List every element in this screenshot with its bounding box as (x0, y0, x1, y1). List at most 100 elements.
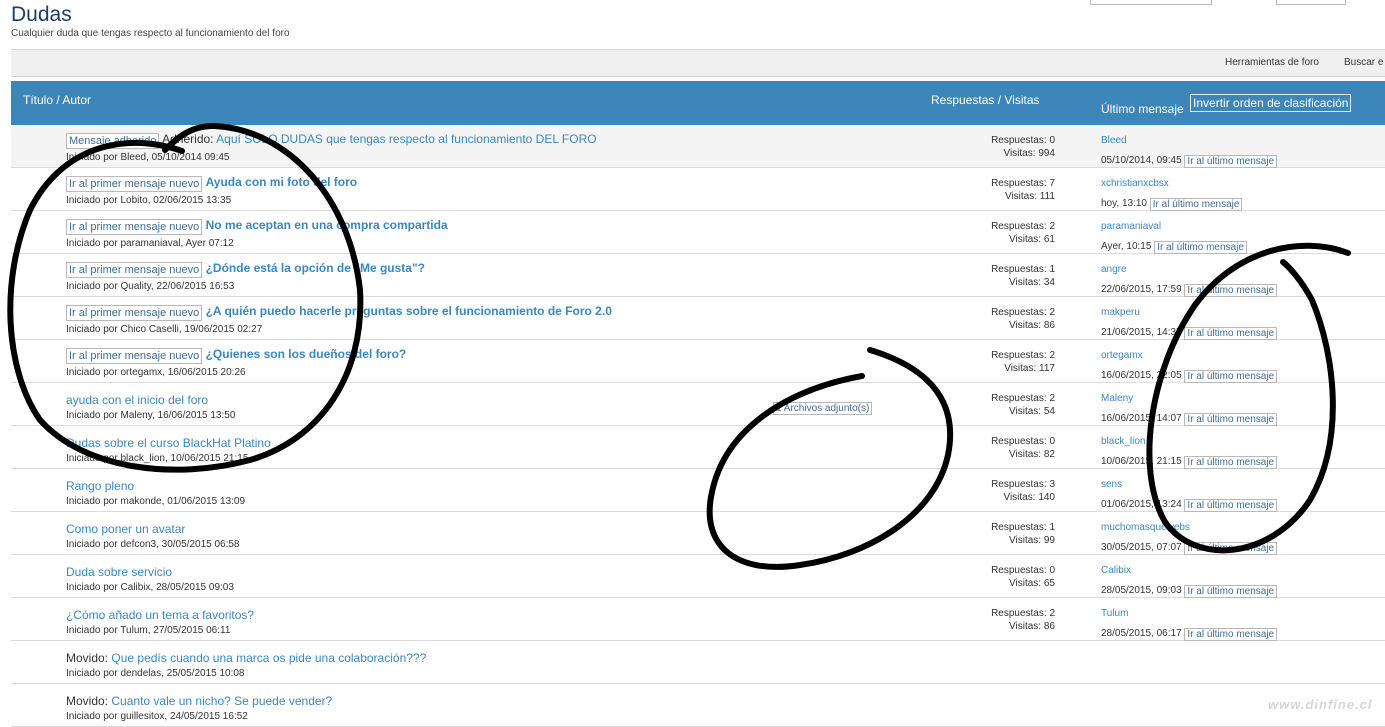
thread-title-link[interactable]: Dudas sobre el curso BlackHat Platino (66, 436, 271, 450)
last-post-author-link[interactable]: muchomasquewebs (1101, 522, 1190, 533)
views-count: 86 (1043, 320, 1055, 331)
thread-title-link[interactable]: Duda sobre servicio (66, 565, 172, 579)
last-post-author-link[interactable]: Bleed (1101, 135, 1127, 146)
thread-started-date: , 02/06/2015 13:35 (147, 195, 232, 206)
thread-author-link[interactable]: Bleed (120, 152, 146, 163)
thread-title-link[interactable]: ¿Cómo añado un tema a favoritos? (66, 608, 254, 622)
thread-title-line: Mensaje adherido Adherido: Aquí SOLO DUD… (66, 132, 597, 149)
thread-author-link[interactable]: makonde (120, 496, 161, 507)
thread-replies: Respuestas: 3 (991, 479, 1055, 490)
go-to-last-post-icon[interactable]: Ir al último mensaje (1184, 413, 1278, 426)
last-post-date: 01/06/2015, 13:24 (1101, 499, 1182, 510)
sort-order-icon[interactable]: Invertir orden de clasificación (1190, 94, 1352, 112)
thread-started-date: , 19/06/2015 02:27 (178, 324, 263, 335)
go-to-last-post-icon[interactable]: Ir al último mensaje (1184, 327, 1278, 340)
go-to-last-post-icon[interactable]: Ir al último mensaje (1149, 198, 1243, 211)
first-new-post-icon[interactable]: Ir al primer mensaje nuevo (66, 305, 203, 321)
sticky-label: Adherido: (162, 132, 214, 146)
last-post-author-link[interactable]: black_lion (1101, 436, 1145, 447)
go-to-last-post-icon[interactable]: Ir al último mensaje (1154, 241, 1247, 254)
last-post-author-link[interactable]: xchristianxcbsx (1101, 178, 1169, 189)
forum-tools-menu[interactable]: Herramientas de foro (1225, 57, 1319, 68)
top-right-control[interactable] (1090, 0, 1212, 5)
forum-toolbar: Herramientas de foro Buscar e (11, 49, 1385, 77)
last-post-sort[interactable]: Último mensaje (1101, 102, 1184, 116)
views-count: 82 (1043, 449, 1055, 460)
last-post-author-link[interactable]: angre (1101, 264, 1127, 275)
thread-author-link[interactable]: Chico Caselli (120, 324, 178, 335)
started-by-prefix: Iniciado por (66, 324, 121, 335)
thread-title-link[interactable]: ¿A quién puedo hacerle preguntas sobre e… (206, 304, 612, 318)
go-to-last-post-icon[interactable]: Ir al último mensaje (1184, 628, 1278, 641)
thread-author-link[interactable]: Quality (120, 281, 150, 292)
first-new-post-icon[interactable]: Ir al primer mensaje nuevo (66, 176, 203, 192)
thread-title-link[interactable]: Aquí SOLO DUDAS que tengas respecto al f… (216, 132, 596, 146)
first-new-post-icon[interactable]: Ir al primer mensaje nuevo (66, 348, 203, 364)
thread-author-link[interactable]: guillesitox (120, 711, 164, 722)
thread-started-by: Iniciado por black_lion, 10/06/2015 21:1… (66, 453, 248, 464)
thread-author-link[interactable]: black_lion (120, 453, 164, 464)
go-to-last-post-icon[interactable]: Ir al último mensaje (1184, 542, 1278, 555)
last-post-author-link[interactable]: paramaniaval (1101, 221, 1161, 232)
thread-author-link[interactable]: Lobito (120, 195, 147, 206)
attachment-icon[interactable]: 1 Archivos adjunto(s) (773, 402, 873, 415)
last-post-date: 22/06/2015, 17:59 (1101, 284, 1182, 295)
thread-author-link[interactable]: ortegamx (120, 367, 162, 378)
started-by-prefix: Iniciado por (66, 625, 121, 636)
replies-label: Respuestas: (991, 307, 1050, 318)
replies-views-sort[interactable]: Respuestas / Visitas (931, 93, 1040, 107)
thread-title-link[interactable]: No me aceptan en una compra compartida (206, 218, 448, 232)
thread-views: Visitas: 61 (1009, 234, 1055, 245)
go-to-last-post-icon[interactable]: Ir al último mensaje (1184, 499, 1278, 512)
title-author-sort[interactable]: Título / Autor (23, 93, 91, 107)
thread-author-link[interactable]: defcon3 (120, 539, 156, 550)
first-new-post-icon[interactable]: Ir al primer mensaje nuevo (66, 262, 203, 278)
go-to-last-post-icon[interactable]: Ir al último mensaje (1184, 155, 1278, 168)
replies-label: Respuestas: (991, 436, 1050, 447)
thread-title-link[interactable]: ¿Quienes son los dueños del foro? (206, 347, 407, 361)
replies-label: Respuestas: (991, 221, 1050, 232)
views-label: Visitas: (1004, 191, 1040, 202)
thread-author-link[interactable]: dendelas (120, 668, 161, 679)
views-count: 61 (1043, 234, 1055, 245)
go-to-last-post-icon[interactable]: Ir al último mensaje (1184, 284, 1278, 297)
started-by-prefix: Iniciado por (66, 668, 121, 679)
go-to-last-post-icon[interactable]: Ir al último mensaje (1184, 456, 1278, 469)
last-post-author-link[interactable]: ortegamx (1101, 350, 1143, 361)
thread-author-link[interactable]: paramaniaval (120, 238, 180, 249)
thread-started-date: , 05/10/2014 09:45 (146, 152, 230, 163)
last-post-author-link[interactable]: sens (1101, 479, 1122, 490)
replies-count: 3 (1049, 479, 1055, 490)
thread-started-by: Iniciado por Tulum, 27/05/2015 06:11 (66, 625, 230, 636)
thread-replies: Respuestas: 0 (991, 565, 1055, 576)
thread-author-link[interactable]: Maleny (120, 410, 152, 421)
last-post-info: 22/06/2015, 17:59 Ir al último mensaje (1101, 284, 1278, 297)
thread-started-value: 27/05/2015 06:11 (153, 625, 231, 636)
thread-title-line: Movido: Cuanto vale un nicho? Se puede v… (66, 694, 332, 708)
thread-title-link[interactable]: ¿Dónde está la opción de "Me gusta"? (206, 261, 425, 275)
first-new-post-icon[interactable]: Ir al primer mensaje nuevo (66, 219, 203, 235)
thread-author-link[interactable]: Calibix (120, 582, 150, 593)
thread-title-link[interactable]: Rango pleno (66, 479, 134, 493)
replies-count: 1 (1049, 264, 1055, 275)
thread-title-link[interactable]: Que pedís cuando una marca os pide una c… (111, 651, 426, 665)
last-post-author-link[interactable]: Maleny (1101, 393, 1133, 404)
thread-title-link[interactable]: Como poner un avatar (66, 522, 185, 536)
search-forum-menu[interactable]: Buscar e (1344, 57, 1383, 68)
thread-started-by: Iniciado por Bleed, 05/10/2014 09:45 (66, 152, 229, 163)
last-post-author-link[interactable]: makperu (1101, 307, 1140, 318)
views-label: Visitas: (1009, 320, 1044, 331)
thread-title-link[interactable]: Cuanto vale un nicho? Se puede vender? (111, 694, 332, 708)
last-post-author-link[interactable]: Calibix (1101, 565, 1131, 576)
thread-author-link[interactable]: Tulum (120, 625, 147, 636)
replies-count: 2 (1049, 393, 1055, 404)
thread-started-by: Iniciado por Quality, 22/06/2015 16:53 (66, 281, 234, 292)
views-count: 994 (1038, 148, 1055, 159)
thread-row: Movido: Que pedís cuando una marca os pi… (11, 641, 1385, 684)
top-right-control-2[interactable] (1276, 0, 1346, 5)
go-to-last-post-icon[interactable]: Ir al último mensaje (1184, 585, 1278, 598)
go-to-last-post-icon[interactable]: Ir al último mensaje (1184, 370, 1278, 383)
last-post-author-link[interactable]: Tulum (1101, 608, 1128, 619)
thread-title-link[interactable]: ayuda con el inicio del foro (66, 393, 208, 407)
thread-title-link[interactable]: Ayuda con mi foto del foro (206, 175, 358, 189)
